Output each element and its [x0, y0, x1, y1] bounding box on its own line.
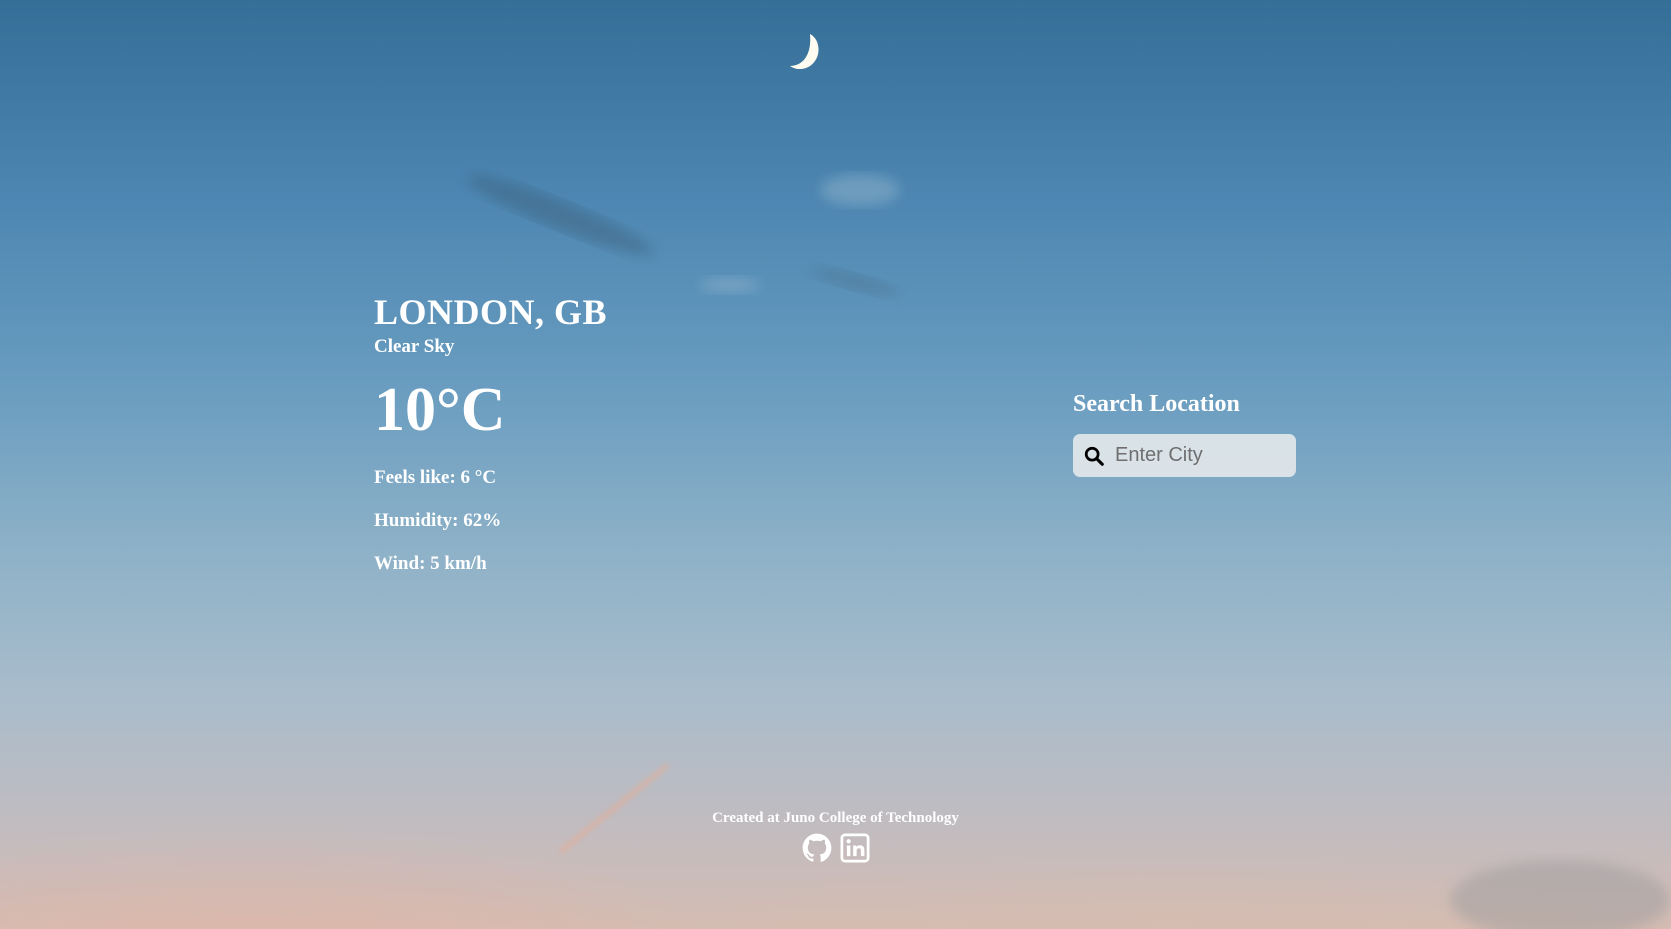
github-icon [802, 833, 831, 862]
search-panel: Search Location [1073, 387, 1296, 477]
github-link[interactable] [802, 833, 832, 863]
city-search-input[interactable] [1115, 444, 1285, 467]
wind: Wind: 5 km/h [374, 553, 487, 574]
city-name: LONDON, GB [374, 292, 608, 332]
search-title: Search Location [1073, 391, 1240, 417]
moon-icon [790, 34, 819, 70]
linkedin-icon [840, 833, 869, 863]
weather-description: Clear Sky [374, 336, 455, 357]
social-links [0, 833, 1671, 863]
current-weather: LONDON, GB Clear Sky 10°C Feels like: 6 … [374, 290, 607, 576]
linkedin-link[interactable] [840, 833, 870, 863]
humidity: Humidity: 62% [374, 510, 502, 531]
footer: Created at Juno College of Technology [0, 809, 1671, 863]
search-icon[interactable] [1083, 445, 1105, 467]
tree-silhouette [1450, 860, 1670, 929]
cloud-wisp [467, 175, 653, 255]
cloud-wisp [700, 277, 760, 293]
cloud-wisp [811, 268, 899, 296]
cloud-wisp [820, 174, 900, 206]
sky-background [467, 174, 1670, 929]
feels-like: Feels like: 6 °C [374, 467, 497, 488]
footer-credit: Created at Juno College of Technology [712, 810, 959, 826]
temperature: 10°C [374, 376, 506, 444]
search-box[interactable] [1073, 434, 1296, 477]
